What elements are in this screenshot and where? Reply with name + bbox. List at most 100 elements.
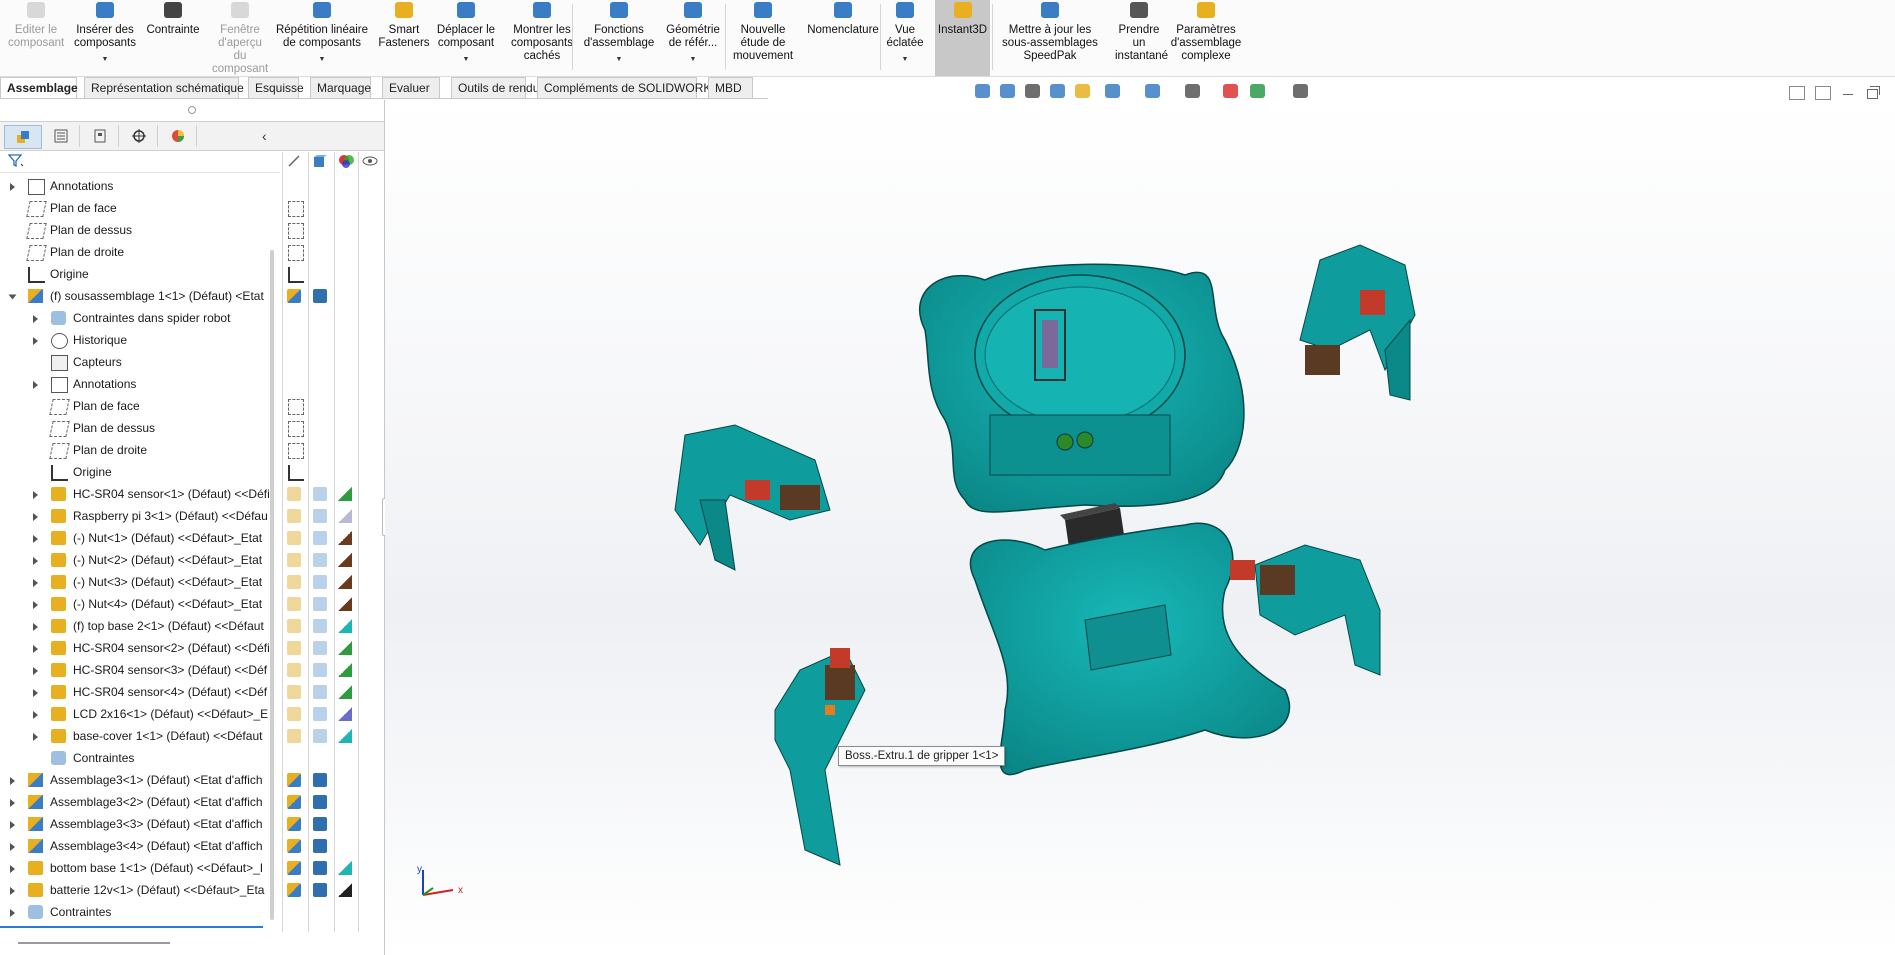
tree-component-row[interactable]: bottom base 1<1> (Défaut) <<Défaut>_I [0,857,278,879]
tree-component-row[interactable]: HC-SR04 sensor<3> (Défaut) <<Déf [0,659,278,681]
feature-manager-tab[interactable] [4,125,42,149]
tab-outils-de-rendu[interactable]: Outils de rendu [451,77,539,98]
appearance-swatch-icon[interactable] [338,509,352,523]
property-manager-tab[interactable] [43,125,80,147]
expand-arrow-icon[interactable] [33,535,38,543]
appearance-swatch-icon[interactable] [338,575,352,589]
display-mode-cube-icon[interactable] [313,531,327,545]
appearance-swatch-icon[interactable] [338,685,352,699]
tree-component-row[interactable]: (-) Nut<2> (Défaut) <<Défaut>_Etat [0,549,278,571]
tree-item-row[interactable]: Plan de face [0,395,278,417]
appearance-swatch-icon[interactable] [338,883,352,897]
tree-item-row[interactable]: Historique [0,329,278,351]
plane-display-icon[interactable] [288,245,304,261]
component-display-icon[interactable] [287,641,301,655]
component-display-icon[interactable] [287,861,301,875]
tree-item-row[interactable]: Capteurs [0,351,278,373]
appearance-swatch-icon[interactable] [338,487,352,501]
expand-arrow-icon[interactable] [10,799,15,807]
component-display-icon[interactable] [287,575,301,589]
insert-components-button[interactable]: Insérer des composants ▼ [68,0,142,76]
expand-arrow-icon[interactable] [33,513,38,521]
component-display-icon[interactable] [287,289,301,303]
expand-arrow-icon[interactable] [10,777,15,785]
appearance-swatch-icon[interactable] [338,553,352,567]
tree-component-row[interactable]: (f) sousassemblage 1<1> (Défaut) <Etat [0,285,278,307]
component-display-icon[interactable] [287,619,301,633]
component-display-icon[interactable] [287,817,301,831]
component-display-icon[interactable] [287,795,301,809]
expand-arrow-icon[interactable] [10,821,15,829]
component-display-icon[interactable] [287,729,301,743]
panel-collapse-handle[interactable] [188,106,196,114]
hide-show-items-icon[interactable] [1185,84,1200,98]
tab-esquisse[interactable]: Esquisse [248,77,304,98]
filter-funnel-icon[interactable] [8,154,24,168]
zoom-to-fit-icon[interactable] [975,84,990,98]
tree-item-row[interactable]: Origine [0,263,278,285]
edit-appearance-icon[interactable] [1223,84,1238,98]
appearance-swatch-icon[interactable] [338,707,352,721]
display-mode-cube-icon[interactable] [313,773,327,787]
appearance-swatch-icon[interactable] [338,641,352,655]
dropdown-arrow-icon[interactable]: ▼ [658,53,728,66]
component-display-icon[interactable] [287,597,301,611]
configuration-manager-tab[interactable] [82,125,119,147]
dropdown-arrow-icon[interactable]: ▼ [436,53,496,66]
tree-item-row[interactable]: Plan de droite [0,439,278,461]
expand-arrow-icon[interactable] [33,667,38,675]
plane-display-icon[interactable] [288,443,304,459]
tree-component-row[interactable]: HC-SR04 sensor<1> (Défaut) <<Défi [0,483,278,505]
display-mode-cube-icon[interactable] [313,575,327,589]
section-view-icon[interactable] [1050,84,1065,98]
expand-arrow-icon[interactable] [33,315,38,323]
expand-arrow-icon[interactable] [10,843,15,851]
appearance-swatch-icon[interactable] [338,663,352,677]
motion-study-button[interactable]: Nouvelle étude de mouvement [726,0,800,76]
large-assembly-button[interactable]: Paramètres d'assemblage complexe [1163,0,1249,76]
expand-arrow-icon[interactable] [33,645,38,653]
show-hidden-button[interactable]: Montrer les composants cachés [502,0,582,76]
expand-arrow-icon[interactable] [33,491,38,499]
appearance-swatch-icon[interactable] [338,619,352,633]
dropdown-arrow-icon[interactable]: ▼ [68,53,142,66]
minimize-icon[interactable] [1841,86,1855,98]
tree-rollback-bar[interactable] [0,926,263,928]
tab-marquage[interactable]: Marquage [310,77,371,98]
tree-component-row[interactable]: (-) Nut<3> (Défaut) <<Défaut>_Etat [0,571,278,593]
appearance-swatch-icon[interactable] [338,861,352,875]
component-display-icon[interactable] [287,663,301,677]
tab-evaluer[interactable]: Evaluer [382,77,440,98]
display-mode-cube-icon[interactable] [313,663,327,677]
tree-horizontal-scrollbar[interactable] [18,942,170,944]
mate-paperclip-button[interactable]: Contrainte [140,0,206,76]
display-mode-cube-icon[interactable] [313,729,327,743]
tree-item-row[interactable]: Contraintes dans spider robot [0,307,278,329]
component-display-icon[interactable] [287,839,301,853]
tree-filter[interactable] [0,150,280,173]
expand-arrow-icon[interactable] [33,601,38,609]
dropdown-arrow-icon[interactable]: ▼ [272,53,372,66]
tab-assemblage[interactable]: Assemblage [0,77,78,98]
tree-component-row[interactable]: (f) top base 2<1> (Défaut) <<Défaut [0,615,278,637]
tree-item-row[interactable]: Plan de droite [0,241,278,263]
move-component-button[interactable]: Déplacer le composant ▼ [436,0,496,76]
graphics-area[interactable]: y x [385,100,1895,955]
display-mode-cube-icon[interactable] [313,553,327,567]
tree-component-row[interactable]: Assemblage3<2> (Défaut) <Etat d'affich [0,791,278,813]
plane-display-icon[interactable] [288,223,304,239]
expand-arrow-icon[interactable] [33,381,38,389]
tree-component-row[interactable]: HC-SR04 sensor<4> (Défaut) <<Déf [0,681,278,703]
expand-arrow-icon[interactable] [33,579,38,587]
display-mode-cube-icon[interactable] [313,619,327,633]
speedpak-button[interactable]: Mettre à jour les sous-assemblages Speed… [990,0,1110,76]
display-mode-cube-icon[interactable] [313,861,327,875]
display-mode-cube-icon[interactable] [313,289,327,303]
exploded-view-button[interactable]: Vue éclatée ▼ [880,0,930,76]
tile-left-icon[interactable] [1789,86,1805,100]
tile-right-icon[interactable] [1815,86,1831,100]
instant3d-button[interactable]: Instant3D [935,0,990,76]
origin-display-icon[interactable] [288,267,304,283]
preview-window-button[interactable]: Fenêtre d'aperçu du composant [212,0,268,76]
display-mode-cube-icon[interactable] [313,883,327,897]
